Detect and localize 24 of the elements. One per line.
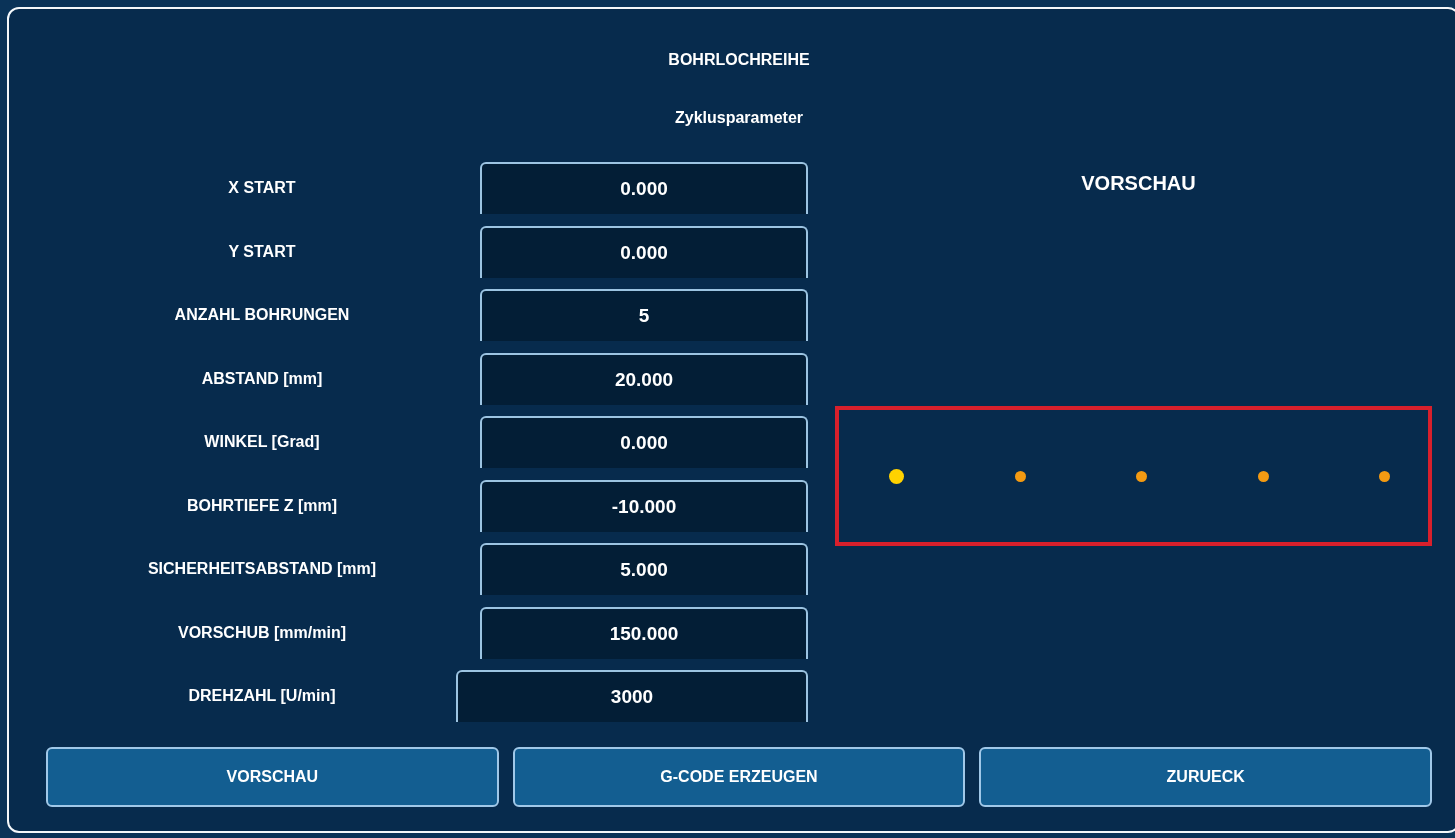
input-field[interactable]: 150.000 bbox=[480, 606, 808, 659]
action-button[interactable]: G-CODE ERZEUGEN bbox=[512, 747, 966, 807]
field-label: SICHERHEITSABSTAND [mm] bbox=[146, 560, 378, 578]
input-field[interactable]: 5.000 bbox=[480, 543, 808, 595]
input-field[interactable]: 3000 bbox=[456, 670, 808, 722]
field-label: ANZAHL BOHRUNGEN bbox=[173, 306, 351, 324]
input-field[interactable]: 0.000 bbox=[480, 416, 808, 468]
section-subtitle: Zyklusparameter bbox=[674, 108, 804, 128]
action-button[interactable]: VORSCHAU bbox=[46, 747, 499, 807]
input-field[interactable]: -10.000 bbox=[480, 479, 808, 532]
dialog-title: BOHRLOCHREIHE bbox=[668, 50, 810, 70]
field-label: WINKEL [Grad] bbox=[203, 433, 321, 451]
field-label: X START bbox=[227, 179, 297, 197]
field-label: VORSCHUB [mm/min] bbox=[177, 623, 347, 642]
field-label: DREHZAHL [U/min] bbox=[187, 687, 337, 705]
action-button[interactable]: ZURUECK bbox=[979, 747, 1432, 807]
field-label: Y START bbox=[227, 242, 297, 261]
field-label: ABSTAND [mm] bbox=[200, 369, 324, 388]
input-field[interactable]: 20.000 bbox=[480, 352, 808, 405]
field-label: BOHRTIEFE Z [mm] bbox=[185, 496, 339, 515]
input-field[interactable]: 0.000 bbox=[480, 225, 808, 278]
preview-title: VORSCHAU bbox=[1081, 172, 1196, 195]
input-field[interactable]: 0.000 bbox=[480, 162, 808, 214]
input-field[interactable]: 5 bbox=[480, 289, 808, 341]
